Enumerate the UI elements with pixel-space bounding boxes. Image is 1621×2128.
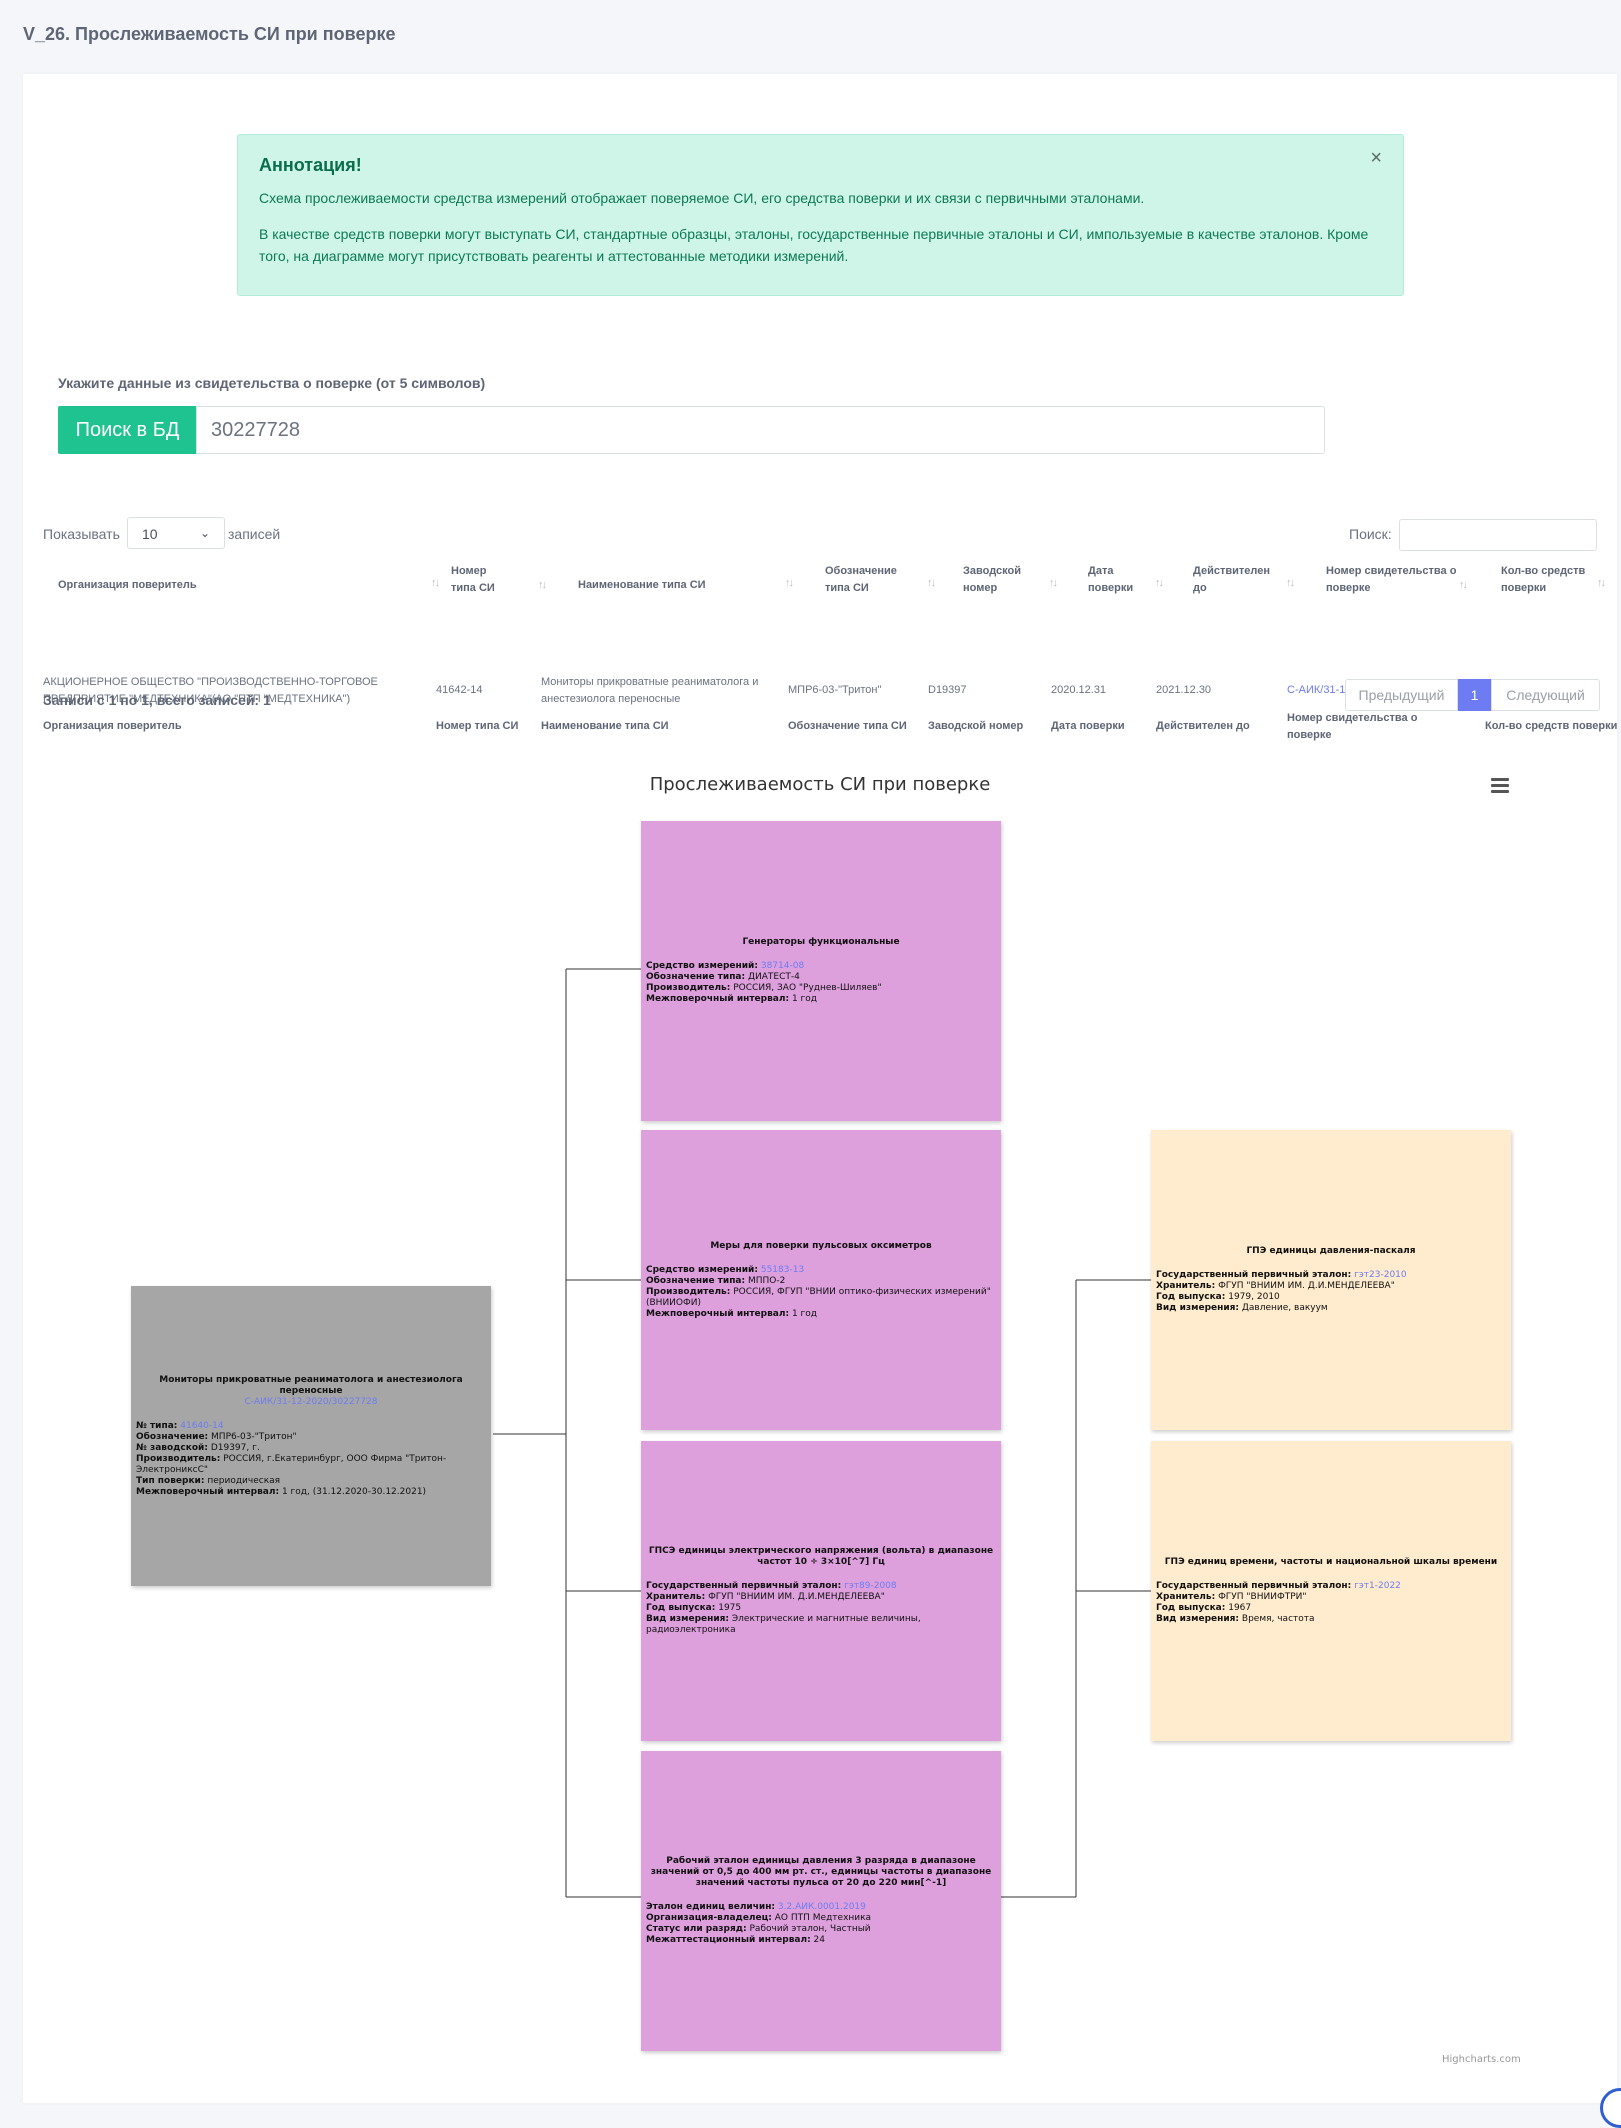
highcharts-credit[interactable]: Highcharts.com xyxy=(1442,2054,1521,2065)
node-key: Хранитель: xyxy=(646,1592,706,1602)
node-value: Рабочий эталон, Частный xyxy=(749,1924,871,1934)
node-type-link[interactable]: 41640-14 xyxy=(180,1421,223,1431)
node-key: Обозначение типа: xyxy=(646,1275,746,1286)
node-link[interactable]: 55183-13 xyxy=(761,1265,804,1275)
node-key: Тип поверки: xyxy=(136,1475,205,1486)
node-value: D19397, г. xyxy=(210,1442,260,1453)
node-key: Государственный первичный эталон: xyxy=(1156,1581,1352,1591)
content-card: Аннотация! Схема прослеживаемости средст… xyxy=(23,74,1617,2103)
node-value: Время, частота xyxy=(1241,1614,1315,1624)
node-value: ФГУП "ВНИИМ ИМ. Д.И.МЕНДЕЛЕЕВА" xyxy=(708,1592,885,1602)
node-title: Мониторы прикроватные реаниматолога и ан… xyxy=(159,1374,463,1396)
node-key: Организация-владелец: xyxy=(646,1913,772,1923)
node-key: Год выпуска: xyxy=(646,1603,716,1613)
node-value: 1 год xyxy=(791,1308,817,1319)
node-value: МППО-2 xyxy=(747,1275,786,1286)
node-verified-si[interactable]: Мониторы прикроватные реаниматолога и ан… xyxy=(131,1286,491,1586)
node-key: Год выпуска: xyxy=(1156,1603,1226,1613)
node-title: ГПЭ единицы давления-паскаля xyxy=(1246,1246,1416,1256)
node-key: Обозначение типа: xyxy=(646,972,746,982)
node-key: Межповерочный интервал: xyxy=(136,1486,280,1497)
node-primary-standard-2[interactable]: ГПЭ единиц времени, частоты и национальн… xyxy=(1151,1441,1511,1741)
node-value: АО ПТП Медтехника xyxy=(774,1913,872,1923)
node-key: № заводской: xyxy=(136,1442,208,1453)
node-title: ГПЭ единиц времени, частоты и национальн… xyxy=(1164,1557,1498,1567)
node-key: Производитель: xyxy=(646,983,731,993)
node-value: 24 xyxy=(813,1935,825,1945)
node-key: Производитель: xyxy=(136,1453,221,1464)
node-link[interactable]: 3.2.АИК.0001.2019 xyxy=(778,1902,866,1912)
node-link[interactable]: гэт23-2010 xyxy=(1354,1270,1407,1280)
node-value: 1979, 2010 xyxy=(1228,1292,1280,1302)
node-key: Хранитель: xyxy=(1156,1281,1216,1291)
node-key: Обозначение: xyxy=(136,1431,209,1442)
node-title: Меры для поверки пульсовых оксиметров xyxy=(710,1240,932,1251)
node-key: Межаттестационный интервал: xyxy=(646,1935,811,1945)
node-key: Средство измерений: xyxy=(646,961,758,971)
node-key: Хранитель: xyxy=(1156,1592,1216,1602)
node-key: Эталон единиц величин: xyxy=(646,1902,776,1912)
node-value: 1967 xyxy=(1228,1603,1252,1613)
node-title: ГПСЭ единицы электрического напряжения (… xyxy=(648,1546,994,1567)
node-key: Статус или разряд: xyxy=(646,1924,747,1934)
node-value: 1 год, (31.12.2020-30.12.2021) xyxy=(281,1486,427,1497)
node-tool-1[interactable]: Генераторы функциональные Средство измер… xyxy=(641,821,1001,1121)
node-primary-standard-1[interactable]: ГПЭ единицы давления-паскаля Государстве… xyxy=(1151,1130,1511,1430)
node-value: 1 год xyxy=(791,994,817,1004)
node-key: Вид измерения: xyxy=(1156,1614,1240,1624)
node-link[interactable]: 38714-08 xyxy=(761,961,804,971)
node-key: Средство измерений: xyxy=(646,1264,758,1275)
node-link[interactable]: гэт1-2022 xyxy=(1354,1581,1401,1591)
node-key: № типа: xyxy=(136,1420,178,1431)
node-tool-3[interactable]: ГПСЭ единицы электрического напряжения (… xyxy=(641,1441,1001,1741)
node-value: ФГУП "ВНИИФТРИ" xyxy=(1218,1592,1307,1602)
node-tool-2[interactable]: Меры для поверки пульсовых оксиметров Ср… xyxy=(641,1130,1001,1430)
node-key: Год выпуска: xyxy=(1156,1292,1226,1302)
node-key: Производитель: xyxy=(646,1286,731,1297)
node-tool-4[interactable]: Рабочий эталон единицы давления 3 разряд… xyxy=(641,1751,1001,2051)
node-key: Государственный первичный эталон: xyxy=(1156,1270,1352,1280)
page-title: V_26. Прослеживаемость СИ при поверке xyxy=(23,24,396,44)
node-key: Межповерочный интервал: xyxy=(646,994,790,1004)
node-cert-link[interactable]: С-АИК/31-12-2020/30227728 xyxy=(136,1397,486,1408)
node-key: Вид измерения: xyxy=(1156,1303,1240,1313)
node-title: Рабочий эталон единицы давления 3 разряд… xyxy=(650,1856,992,1888)
node-value: ДИАТЕСТ-4 xyxy=(747,972,800,982)
node-value: РОССИЯ, ЗАО "Руднев-Шиляев" xyxy=(733,983,882,993)
node-value: МПР6-03-"Тритон" xyxy=(211,1431,297,1442)
node-value: Давление, вакуум xyxy=(1241,1303,1328,1313)
node-key: Межповерочный интервал: xyxy=(646,1308,790,1319)
node-title: Генераторы функциональные xyxy=(742,937,900,947)
node-key: Вид измерения: xyxy=(646,1614,730,1624)
node-key: Государственный первичный эталон: xyxy=(646,1581,842,1591)
node-value: периодическая xyxy=(207,1475,281,1486)
node-value: 1975 xyxy=(718,1603,742,1613)
node-value: ФГУП "ВНИИМ ИМ. Д.И.МЕНДЕЛЕЕВА" xyxy=(1218,1281,1395,1291)
node-link[interactable]: гэт89-2008 xyxy=(844,1581,897,1591)
